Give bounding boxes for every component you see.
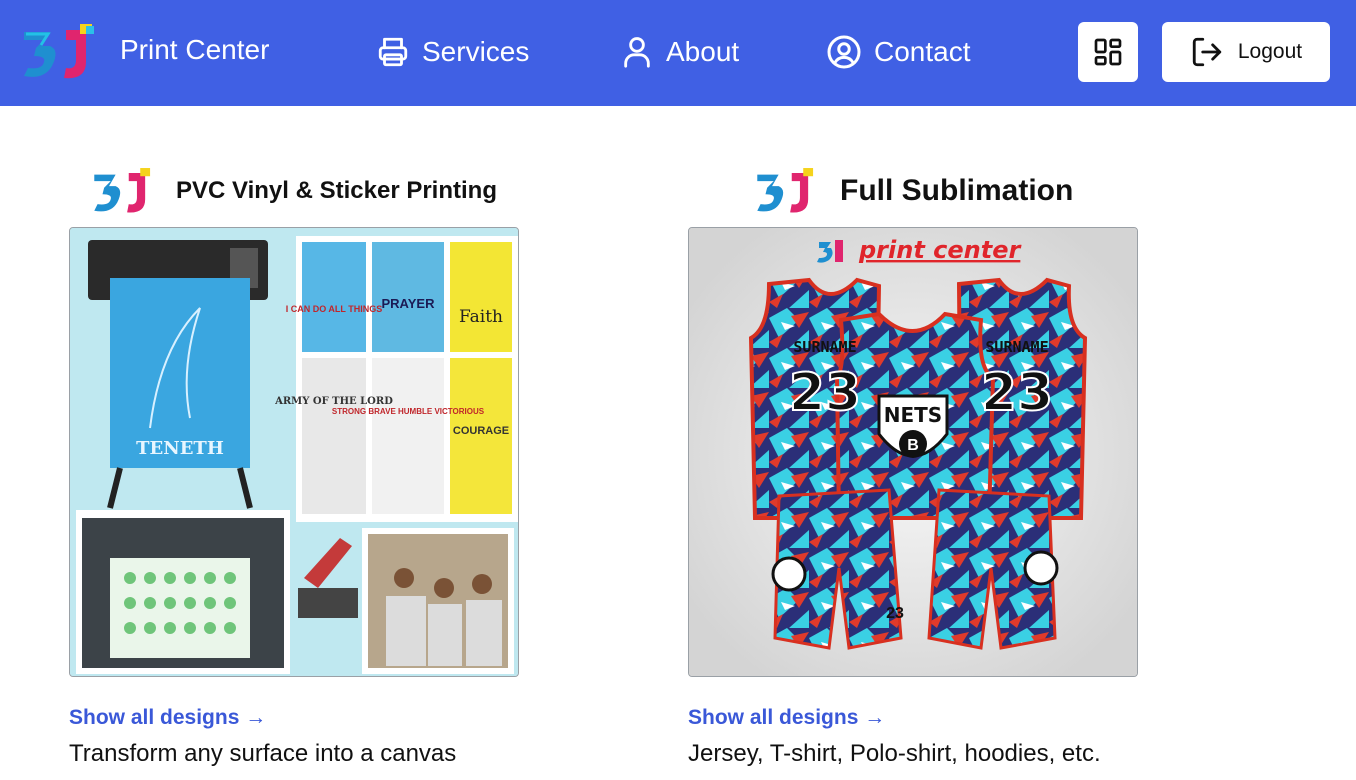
card-description: Transform any surface into a canvas xyxy=(69,740,457,767)
shirt-text-6: COURAGE xyxy=(453,425,509,437)
shirt-text-4: ARMY OF THE LORD xyxy=(274,396,393,407)
show-all-designs-link[interactable]: Show all designs → xyxy=(69,706,266,730)
top-navbar: Print Center Services About Contact Logo… xyxy=(0,0,1356,106)
printer-icon xyxy=(378,37,408,67)
logout-label: Logout xyxy=(1237,40,1303,63)
shirt-text-5: STRONG BRAVE HUMBLE VICTORIOUS xyxy=(332,407,485,416)
logout-icon xyxy=(1192,37,1222,67)
show-all-designs-link[interactable]: Show all designs → xyxy=(688,706,885,730)
brand-name[interactable]: Print Center xyxy=(120,34,269,66)
card-header: Full Sublimation xyxy=(688,160,1148,226)
card-header: PVC Vinyl & Sticker Printing xyxy=(69,160,529,226)
logo xyxy=(757,168,814,213)
jersey-number-right: 23 xyxy=(981,363,1053,423)
svg-text:B: B xyxy=(907,437,919,454)
vinyl-printing-image[interactable]: TENETH I CAN DO ALL THINGS PRAYER Faith … xyxy=(69,227,519,677)
shirt-text-1: I CAN DO ALL THINGS xyxy=(286,304,383,314)
user-icon xyxy=(624,37,650,68)
banner-text: TENETH xyxy=(136,438,224,459)
contact-icon xyxy=(827,35,861,69)
shirt-text-3: Faith xyxy=(459,307,503,327)
card-description: Jersey, T-shirt, Polo-shirt, hoodies, et… xyxy=(688,740,1101,767)
service-card-sublimation: Full Sublimation print center SURNAME 23… xyxy=(688,160,1148,767)
grid-menu-button[interactable] xyxy=(1078,22,1138,82)
grid-icon xyxy=(1094,38,1122,66)
card-title: PVC Vinyl & Sticker Printing xyxy=(176,177,497,204)
service-card-vinyl: PVC Vinyl & Sticker Printing TENETH I CA… xyxy=(69,160,529,767)
logo[interactable] xyxy=(20,22,98,82)
nav-contact[interactable]: Contact xyxy=(826,30,971,74)
jersey-name-left: SURNAME xyxy=(793,338,856,356)
team-text: NETS xyxy=(884,403,942,427)
logout-button[interactable]: Logout xyxy=(1162,22,1330,82)
nav-about[interactable]: About xyxy=(620,30,739,74)
shirt-text-2: PRAYER xyxy=(382,296,436,311)
logo xyxy=(94,168,151,213)
jersey-name-right: SURNAME xyxy=(985,338,1048,356)
shorts-number: 23 xyxy=(886,605,904,622)
nav-contact-label: Contact xyxy=(874,36,971,67)
card-title: Full Sublimation xyxy=(840,174,1074,207)
sublimation-jersey-image[interactable]: print center SURNAME 23 SURNAME 23 NETS … xyxy=(688,227,1138,677)
nav-services-label: Services xyxy=(422,36,530,67)
nav-about-label: About xyxy=(666,36,740,67)
nav-services[interactable]: Services xyxy=(376,30,529,74)
watermark-text: print center xyxy=(858,236,1022,264)
jersey-number-left: 23 xyxy=(789,363,861,423)
